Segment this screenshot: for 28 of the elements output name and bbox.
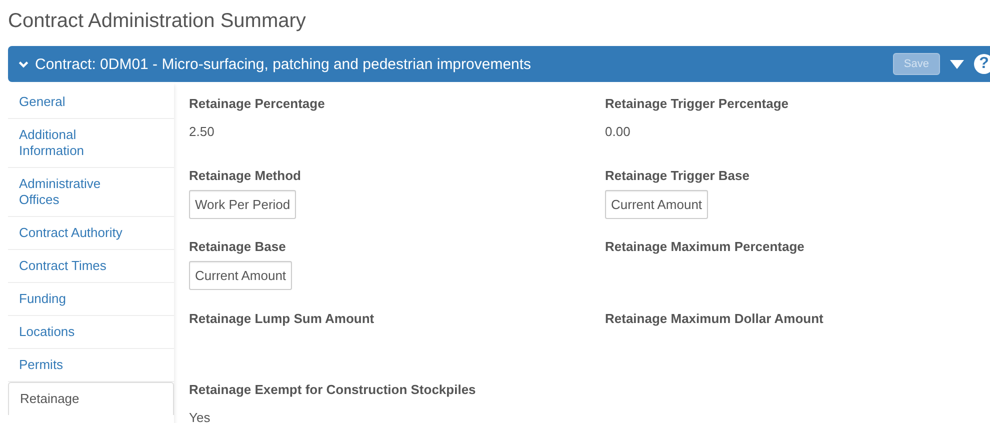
sidebar-item[interactable]: Contract Times [8, 250, 174, 283]
field-value: 2.50 [189, 124, 216, 139]
field-label: Retainage Base [189, 239, 287, 254]
chevron-icon[interactable] [18, 58, 29, 70]
field-label: Retainage Trigger Percentage [605, 96, 790, 111]
sidebar-item[interactable]: Retainage [8, 382, 174, 415]
field-label: Retainage Trigger Base [605, 168, 750, 182]
sidebar-item[interactable]: General [8, 86, 174, 119]
field-value: 0.00 [605, 124, 632, 139]
field-label: Retainage Exempt for Construction Stockpiles [189, 382, 477, 397]
field-label: Retainage Method [189, 168, 302, 182]
field-label: Retainage Maximum Dollar Amount [605, 310, 824, 326]
field-value: Yes [189, 410, 212, 423]
page-title: Contract Administration Summary [7, 9, 307, 34]
sidebar-item[interactable]: Contract Authority [8, 217, 174, 250]
field-label: Retainage Lump Sum Amount [189, 310, 376, 326]
sidebar-item[interactable]: Locations [8, 316, 174, 349]
sidebar-item[interactable]: Additional Information [8, 119, 174, 168]
sidebar-item[interactable]: Funding [8, 283, 174, 316]
field-label: Retainage Maximum Percentage [605, 239, 806, 254]
field-label: Retainage Percentage [189, 96, 326, 111]
sidebar-item[interactable]: Administrative Offices [8, 168, 174, 217]
contract-title: Contract: 0DM01 - Micro-surfacing, patching and pedestrian improvements [35, 56, 532, 72]
help-button[interactable]: ? [974, 54, 990, 74]
value-field: Current Amount [189, 261, 292, 290]
value-field: Current Amount [605, 190, 708, 218]
caret-icon[interactable] [950, 60, 964, 68]
value-field: Work Per Period [189, 190, 296, 218]
